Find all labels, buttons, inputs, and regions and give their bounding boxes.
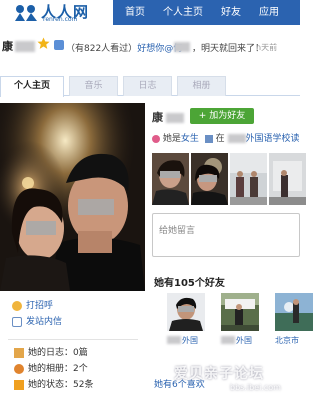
- friend-avatar[interactable]: [221, 293, 259, 331]
- blog-icon: [14, 348, 24, 358]
- recent-photo[interactable]: [191, 153, 228, 205]
- tab-music[interactable]: 音乐: [69, 76, 118, 96]
- profile-name-redaction: [166, 113, 184, 123]
- stat-album-label: 她的相册：2个: [28, 364, 88, 374]
- top-bar: 人人网 renren.com 首页 个人主页 好友 应用: [0, 0, 300, 25]
- tab-blog[interactable]: 日志: [123, 76, 172, 96]
- profile-name: 康: [152, 111, 163, 124]
- nav-apps[interactable]: 应用: [250, 0, 288, 25]
- profile-photo[interactable]: [0, 103, 145, 291]
- renren-logo[interactable]: 人人网 renren.com: [14, 2, 114, 24]
- nav-friends[interactable]: 好友: [212, 0, 250, 25]
- tab-album[interactable]: 相册: [177, 76, 226, 96]
- recent-photos: [152, 153, 306, 205]
- nav-profile[interactable]: 个人主页: [154, 0, 212, 25]
- renren-logo-icon: [15, 5, 37, 21]
- friends-count-title[interactable]: 她有105个好友: [154, 274, 225, 289]
- star-icon: [37, 37, 50, 49]
- female-icon: [152, 134, 160, 143]
- left-divider: [8, 339, 138, 340]
- poke-label: 打招呼: [26, 301, 54, 311]
- recent-photo[interactable]: [230, 153, 267, 205]
- stat-blog[interactable]: 她的日志：0篇: [14, 345, 93, 361]
- poke-button[interactable]: 打招呼: [12, 298, 62, 314]
- friends-list: 外国 外国 北京市: [167, 293, 315, 346]
- school-link[interactable]: 外国语学校读: [246, 134, 300, 144]
- recent-photo[interactable]: [152, 153, 189, 205]
- stat-album[interactable]: 她的相册：2个: [14, 361, 93, 377]
- profile-photo-image: [0, 103, 145, 291]
- stat-status[interactable]: 她的状态：52条: [14, 377, 93, 393]
- stat-blog-label: 她的日志：0篇: [28, 348, 88, 358]
- profile-basic-info: 她是女生 在 外国语学校读: [152, 131, 300, 144]
- vip-badge-icon: [54, 40, 64, 50]
- user-name: 康: [2, 40, 13, 53]
- friend-avatar[interactable]: [167, 293, 205, 331]
- forum-watermark: 爱贝亲子论坛: [174, 366, 264, 382]
- send-message-button[interactable]: 发站内信: [12, 314, 62, 330]
- status-time: n天前: [256, 43, 278, 52]
- forum-watermark-url: bbs.ibei.com: [230, 383, 281, 392]
- school-prefix: 在: [215, 134, 225, 144]
- send-message-label: 发站内信: [26, 317, 63, 327]
- status-row: 康 （有822人看过）好想你@何 ，明天就回来了！ n天前: [0, 36, 300, 56]
- friend-name-redaction: [221, 336, 235, 344]
- status-text-post: ，明天就回来了！: [192, 44, 265, 54]
- friend-item[interactable]: 北京市: [275, 293, 315, 346]
- logo-subtext: renren.com: [43, 16, 78, 23]
- school-icon: [204, 134, 213, 143]
- nav-home[interactable]: 首页: [113, 0, 154, 25]
- stat-status-label: 她的状态：52条: [28, 380, 94, 390]
- mention-redaction: [174, 42, 190, 52]
- friend-name-redaction: [167, 336, 181, 344]
- envelope-icon: [12, 317, 22, 327]
- main-nav: 首页 个人主页 好友 应用: [113, 0, 300, 25]
- status-message: （有822人看过）好想你@何: [66, 41, 182, 54]
- friend-avatar[interactable]: [275, 293, 313, 331]
- tab-profile[interactable]: 个人主页: [0, 76, 64, 97]
- recent-photo[interactable]: [269, 153, 306, 205]
- add-friend-button[interactable]: + 加为好友: [190, 108, 254, 124]
- gender-prefix: 她是: [162, 134, 181, 144]
- view-count: （有822人看过）: [66, 44, 138, 54]
- message-input[interactable]: 给她留言: [152, 213, 300, 257]
- name-redaction: [15, 41, 35, 52]
- school-redaction: [227, 134, 246, 143]
- friend-name[interactable]: 北京市: [275, 335, 315, 346]
- left-actions: 打招呼 发站内信: [12, 298, 62, 330]
- friend-item[interactable]: 外国: [167, 293, 207, 346]
- left-stats: 她的日志：0篇 她的相册：2个 她的状态：52条: [14, 345, 93, 393]
- smile-icon: [12, 301, 22, 311]
- friend-item[interactable]: 外国: [221, 293, 261, 346]
- gender-link[interactable]: 女生: [181, 134, 199, 144]
- friend-name[interactable]: 外国: [221, 335, 261, 346]
- status-icon: [14, 380, 24, 390]
- album-icon: [14, 364, 24, 374]
- profile-tabs: 个人主页 音乐 日志 相册: [0, 76, 300, 97]
- friend-name[interactable]: 外国: [167, 335, 207, 346]
